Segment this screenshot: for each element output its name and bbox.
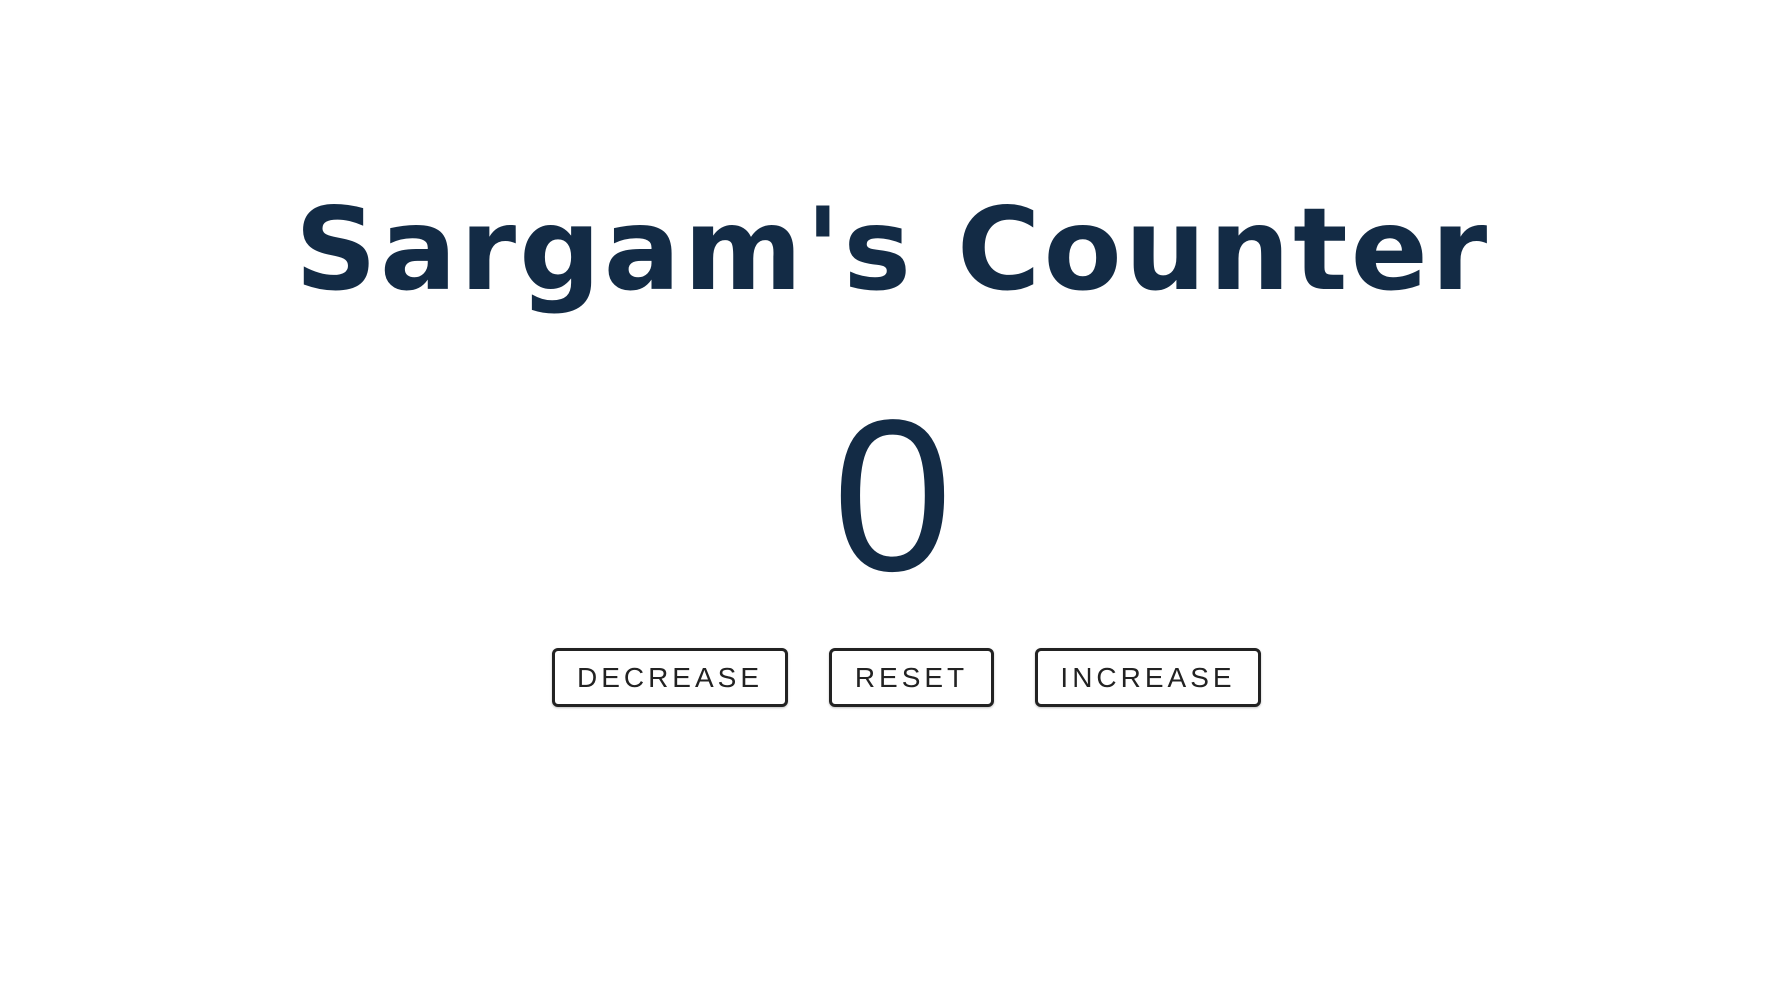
counter-value: 0 xyxy=(832,374,953,616)
reset-button[interactable]: RESET xyxy=(829,648,994,707)
increase-button[interactable]: INCREASE xyxy=(1035,648,1261,707)
decrease-button[interactable]: DECREASE xyxy=(552,648,788,707)
page-title: Sargam's Counter xyxy=(294,183,1491,316)
counter-app: Sargam's Counter 0 DECREASE RESET INCREA… xyxy=(0,0,1785,989)
